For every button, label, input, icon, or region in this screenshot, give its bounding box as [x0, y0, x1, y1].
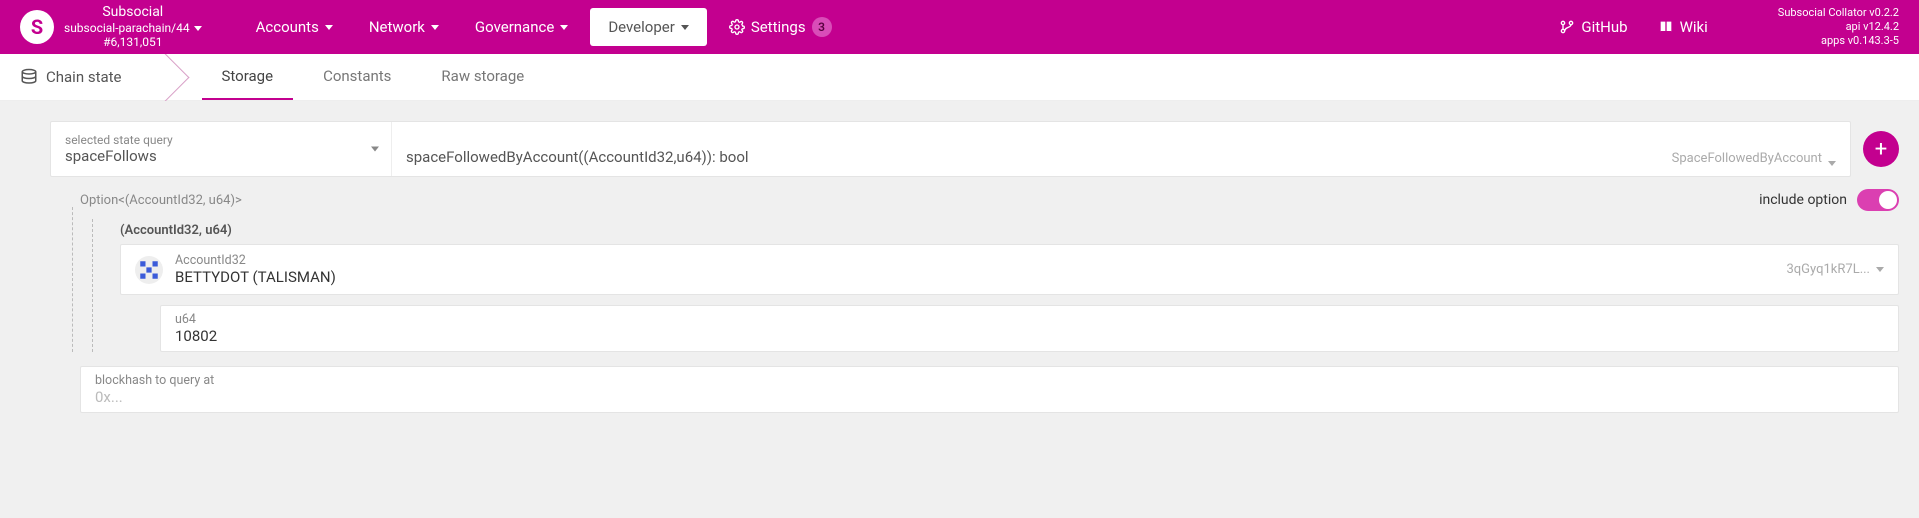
tree-line — [92, 219, 93, 352]
nav-network-label: Network — [369, 18, 425, 36]
query-return-type-select[interactable]: SpaceFollowedByAccount — [1650, 122, 1850, 176]
account-select[interactable]: AccountId32 BETTYDOT (TALISMAN) 3qGyq1kR… — [120, 244, 1899, 295]
chain-parachain-row: subsocial-parachain/44 — [64, 21, 202, 35]
query-module-value: spaceFollows — [65, 147, 377, 165]
settings-badge: 3 — [812, 17, 832, 37]
main-nav: Accounts Network Governance Developer Se… — [242, 8, 846, 46]
account-type-label: AccountId32 — [175, 253, 1774, 268]
nav-developer-label: Developer — [608, 18, 675, 36]
query-module-select[interactable]: selected state query spaceFollows — [51, 122, 391, 176]
account-name: BETTYDOT (TALISMAN) — [175, 268, 1774, 286]
option-header: Option<(AccountId32, u64)> include optio… — [80, 185, 1899, 215]
account-address-block: 3qGyq1kR7L... — [1786, 262, 1884, 277]
main-panel: selected state query spaceFollows spaceF… — [0, 101, 1919, 413]
include-option-label: include option — [1759, 192, 1847, 208]
plus-icon: + — [1875, 137, 1887, 162]
book-icon — [1658, 19, 1674, 35]
version-apps: apps v0.143.3-5 — [1778, 34, 1899, 48]
u64-value: 10802 — [175, 327, 1884, 345]
query-method-select[interactable]: spaceFollowedByAccount((AccountId32,u64)… — [391, 122, 1650, 176]
link-wiki[interactable]: Wiki — [1658, 18, 1708, 36]
chevron-down-icon — [325, 25, 333, 30]
nav-settings[interactable]: Settings 3 — [715, 11, 846, 43]
gear-icon — [729, 19, 745, 35]
nav-developer[interactable]: Developer — [590, 8, 707, 46]
blockhash-label: blockhash to query at — [95, 373, 1884, 388]
nav-network[interactable]: Network — [355, 12, 453, 42]
u64-type-label: u64 — [175, 312, 1884, 327]
chain-name: Subsocial — [102, 4, 163, 21]
query-method-signature: spaceFollowedByAccount((AccountId32,u64)… — [406, 148, 749, 166]
chain-block-number: #6,131,051 — [103, 35, 162, 49]
query-return-type: SpaceFollowedByAccount — [1672, 151, 1822, 166]
link-github-label: GitHub — [1581, 18, 1627, 36]
chain-parachain: subsocial-parachain/44 — [64, 21, 190, 35]
subtab-raw-storage-label: Raw storage — [441, 67, 524, 85]
account-short-address: 3qGyq1kR7L... — [1786, 262, 1870, 277]
chevron-down-icon — [560, 25, 568, 30]
chevron-down-icon — [194, 26, 202, 31]
chevron-down-icon — [431, 25, 439, 30]
account-body: AccountId32 BETTYDOT (TALISMAN) — [175, 253, 1774, 286]
subtab-storage[interactable]: Storage — [202, 54, 294, 100]
version-collator: Subsocial Collator v0.2.2 — [1778, 6, 1899, 20]
subtab-chain-state[interactable]: Chain state — [20, 68, 152, 86]
nav-accounts-label: Accounts — [256, 18, 319, 36]
account-row: AccountId32 BETTYDOT (TALISMAN) 3qGyq1kR… — [135, 253, 1884, 286]
version-api: api v12.4.2 — [1778, 20, 1899, 34]
chevron-down-icon — [681, 25, 689, 30]
option-type-label: Option<(AccountId32, u64)> — [80, 193, 242, 208]
u64-input[interactable]: u64 10802 — [160, 305, 1899, 352]
blockhash-placeholder: 0x... — [95, 388, 1884, 406]
identicon — [135, 256, 163, 284]
breadcrumb-chevron — [162, 54, 192, 101]
query-row: selected state query spaceFollows spaceF… — [50, 121, 1899, 177]
version-block: Subsocial Collator v0.2.2 api v12.4.2 ap… — [1778, 6, 1899, 47]
tuple-type-label: (AccountId32, u64) — [120, 219, 1899, 244]
nav-accounts[interactable]: Accounts — [242, 12, 347, 42]
blockhash-input[interactable]: blockhash to query at 0x... — [80, 366, 1899, 413]
database-icon — [20, 68, 38, 86]
chain-logo[interactable]: S — [20, 10, 54, 44]
nav-governance[interactable]: Governance — [461, 12, 582, 42]
include-option-block: include option — [1759, 189, 1899, 211]
chevron-down-icon — [1828, 161, 1836, 166]
nav-governance-label: Governance — [475, 18, 554, 36]
subtab-constants-label: Constants — [323, 67, 391, 85]
nav-settings-label: Settings — [751, 18, 806, 36]
chevron-down-icon — [1876, 267, 1884, 272]
subtab-constants[interactable]: Constants — [303, 54, 411, 100]
query-card: selected state query spaceFollows spaceF… — [50, 121, 1851, 177]
include-option-toggle[interactable] — [1857, 189, 1899, 211]
tree-line — [72, 207, 73, 352]
subtab-storage-label: Storage — [222, 67, 274, 85]
top-bar: S Subsocial subsocial-parachain/44 #6,13… — [0, 0, 1919, 54]
sub-tabs: Chain state Storage Constants Raw storag… — [0, 54, 1919, 101]
query-label: selected state query — [65, 133, 377, 147]
option-block: Option<(AccountId32, u64)> include optio… — [50, 185, 1899, 352]
subtab-raw-storage[interactable]: Raw storage — [421, 54, 544, 100]
git-branch-icon — [1559, 19, 1575, 35]
link-github[interactable]: GitHub — [1559, 18, 1627, 36]
link-wiki-label: Wiki — [1680, 18, 1708, 36]
add-query-button[interactable]: + — [1863, 131, 1899, 167]
option-tuple-block: (AccountId32, u64) AccountId32 BETTYDOT … — [80, 219, 1899, 352]
top-right-links: GitHub Wiki Subsocial Collator v0.2.2 ap… — [1559, 6, 1899, 47]
subtab-root-label: Chain state — [46, 68, 122, 86]
chain-info[interactable]: Subsocial subsocial-parachain/44 #6,131,… — [64, 4, 212, 50]
